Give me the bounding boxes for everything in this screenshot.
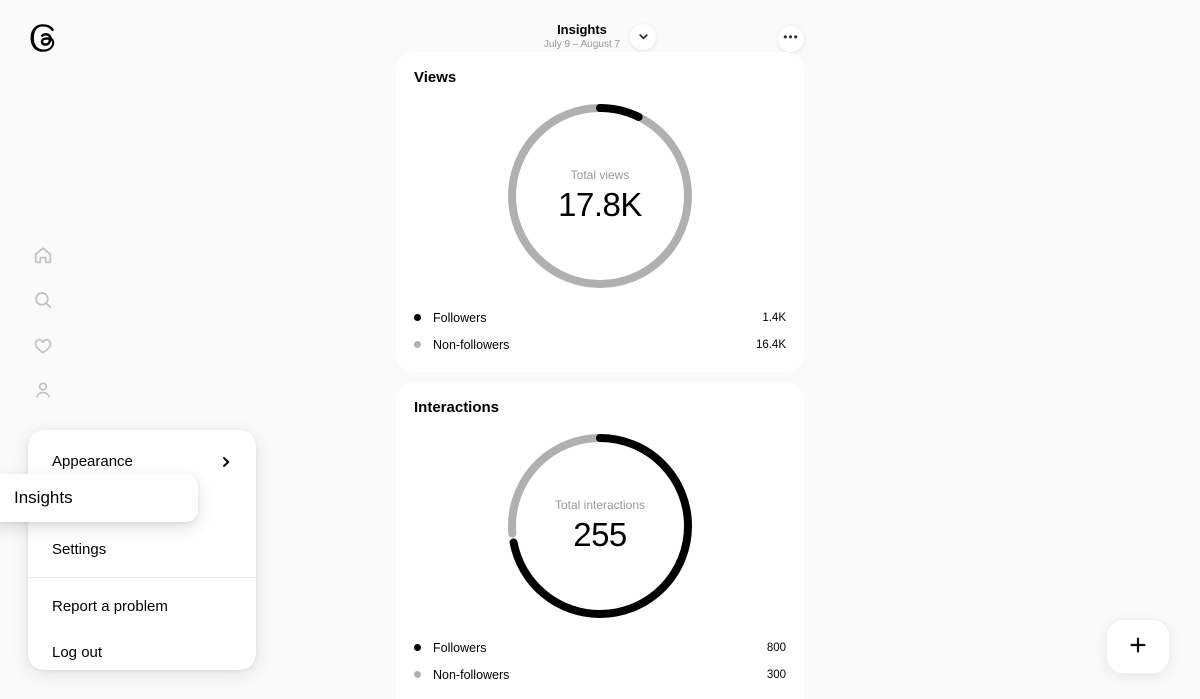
- search-icon: [32, 289, 54, 311]
- legend-value: 1.4K: [762, 311, 786, 324]
- more-options-button[interactable]: •••: [778, 26, 804, 52]
- interactions-card: Interactions Total interactions 255 Foll…: [396, 382, 804, 699]
- menu-item-settings[interactable]: Settings: [28, 526, 256, 572]
- menu-item-log-out[interactable]: Log out: [28, 629, 256, 675]
- plus-icon: [1127, 634, 1149, 659]
- threads-insights-screen: Appearance Settings Report a problem Log…: [0, 0, 1200, 699]
- legend-row: Followers 800: [414, 634, 786, 661]
- date-range-dropdown-button[interactable]: [630, 24, 657, 50]
- legend-dot-followers: [414, 644, 421, 651]
- interactions-donut-center: Total interactions 255: [504, 498, 696, 554]
- interactions-legend: Followers 800 Non-followers 300: [414, 634, 786, 688]
- person-icon: [32, 379, 54, 401]
- menu-item-label: Insights: [14, 488, 73, 507]
- legend-label: Followers: [433, 310, 487, 325]
- menu-item-label: Appearance: [52, 452, 133, 470]
- rail-item-search[interactable]: [0, 277, 85, 322]
- date-range-label: July 9 – August 7: [543, 39, 621, 50]
- interactions-donut-chart: Total interactions 255: [504, 430, 696, 622]
- more-options-icon: •••: [783, 29, 799, 44]
- card-title: Interactions: [414, 399, 500, 416]
- menu-item-label: Settings: [52, 540, 107, 558]
- menu-item-label: Report a problem: [52, 597, 168, 615]
- legend-value: 16.4K: [755, 338, 786, 351]
- views-donut-chart: Total views 17.8K: [504, 100, 696, 292]
- legend-dot-followers: [414, 314, 421, 321]
- legend-row: Non-followers 300: [414, 661, 786, 688]
- legend-label: Followers: [433, 640, 487, 655]
- rail-item-home[interactable]: [0, 232, 85, 277]
- chevron-right-icon: [220, 455, 232, 467]
- card-title: Views: [414, 69, 457, 86]
- menu-item-label: Log out: [52, 643, 103, 661]
- header-title-group: Insights July 9 – August 7: [396, 22, 804, 52]
- views-donut-wrap: Total views 17.8K: [396, 100, 804, 292]
- legend-value: 300: [766, 668, 786, 681]
- menu-item-report-a-problem[interactable]: Report a problem: [28, 583, 256, 629]
- menu-divider: [28, 577, 256, 578]
- legend-label: Non-followers: [433, 667, 510, 682]
- donut-center-label: Total views: [570, 168, 630, 182]
- heart-icon: [32, 334, 54, 356]
- account-menu: Appearance Settings Report a problem Log…: [28, 430, 256, 670]
- insights-header: Insights July 9 – August 7 •••: [396, 10, 804, 54]
- views-legend: Followers 1.4K Non-followers 16.4K: [414, 304, 786, 358]
- donut-center-label: Total interactions: [554, 498, 646, 512]
- threads-logo-icon[interactable]: [26, 21, 60, 55]
- views-donut-center: Total views 17.8K: [504, 168, 696, 224]
- menu-item-insights[interactable]: Insights: [0, 474, 198, 522]
- rail-item-profile[interactable]: [0, 367, 85, 412]
- create-post-button[interactable]: [1106, 619, 1170, 674]
- legend-value: 800: [766, 641, 786, 654]
- legend-row: Followers 1.4K: [414, 304, 786, 331]
- donut-center-value: 17.8K: [558, 186, 642, 223]
- views-card: Views Total views 17.8K Followers 1.4K N…: [396, 52, 804, 372]
- home-icon: [32, 244, 54, 266]
- donut-center-value: 255: [573, 516, 627, 553]
- legend-label: Non-followers: [433, 337, 510, 352]
- legend-dot-non-followers: [414, 341, 421, 348]
- rail-nav: [0, 232, 85, 412]
- rail-item-activity[interactable]: [0, 322, 85, 367]
- legend-dot-non-followers: [414, 671, 421, 678]
- legend-row: Non-followers 16.4K: [414, 331, 786, 358]
- chevron-down-icon: [638, 30, 649, 45]
- page-title: Insights: [557, 22, 607, 37]
- header-titles: Insights July 9 – August 7: [544, 22, 620, 52]
- interactions-donut-wrap: Total interactions 255: [396, 430, 804, 622]
